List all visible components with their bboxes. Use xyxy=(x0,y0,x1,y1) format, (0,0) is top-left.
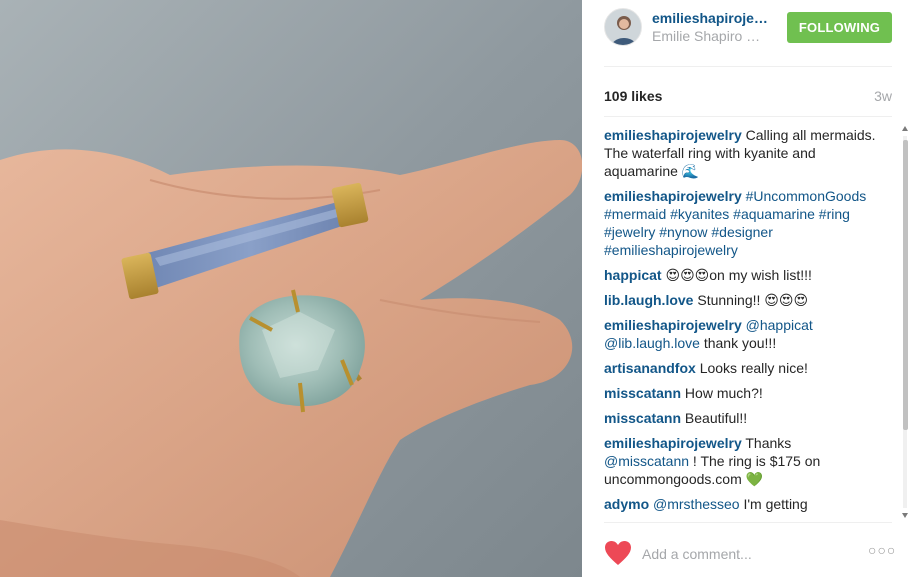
comment: emilieshapirojewelry @happicat @lib.laug… xyxy=(604,316,878,352)
comment: lib.laugh.love Stunning!! 😍😍😍 xyxy=(604,291,878,309)
comment-text: 😍😍😍on my wish list!!! xyxy=(661,267,812,283)
comment-text: I'm getting xyxy=(739,496,808,512)
comment-author[interactable]: lib.laugh.love xyxy=(604,292,693,308)
comment-text: How much?! xyxy=(681,385,763,401)
following-button[interactable]: FOLLOWING xyxy=(787,12,892,43)
comment-author[interactable]: emilieshapirojewelry xyxy=(604,317,742,333)
scroll-thumb[interactable] xyxy=(903,140,908,430)
post-time[interactable]: 3w xyxy=(874,88,892,104)
comment: misscatann How much?! xyxy=(604,384,878,402)
comment: misscatann Beautiful!! xyxy=(604,409,878,427)
comment-author[interactable]: emilieshapirojewelry xyxy=(604,188,742,204)
comments-list[interactable]: emilieshapirojewelry Calling all mermaid… xyxy=(604,126,878,518)
comment-text: Looks really nice! xyxy=(695,360,808,376)
scroll-down-arrow-icon[interactable] xyxy=(902,513,908,518)
post-footer: ○○○ xyxy=(582,522,910,577)
comment-author[interactable]: misscatann xyxy=(604,410,681,426)
post-photo[interactable] xyxy=(0,0,582,577)
post-sidebar: emilieshapiroje… Emilie Shapiro … FOLLOW… xyxy=(582,0,910,577)
mention-link[interactable]: @mrsthesseo xyxy=(653,496,740,512)
comment-author[interactable]: misscatann xyxy=(604,385,681,401)
avatar[interactable] xyxy=(604,8,642,46)
divider xyxy=(604,66,892,67)
comment-author[interactable]: adymo xyxy=(604,496,649,512)
comment-text: Beautiful!! xyxy=(681,410,748,426)
comment-author[interactable]: emilieshapirojewelry xyxy=(604,127,742,143)
mention-link[interactable]: @misscatann xyxy=(604,453,689,469)
ring-photo-image xyxy=(0,0,582,577)
scroll-up-arrow-icon[interactable] xyxy=(902,126,908,131)
comment-author[interactable]: happicat xyxy=(604,267,662,283)
comment: artisanandfox Looks really nice! xyxy=(604,359,878,377)
more-options-icon[interactable]: ○○○ xyxy=(868,542,896,558)
heart-icon-shape xyxy=(605,541,631,565)
add-comment-input[interactable] xyxy=(642,544,842,564)
comment: emilieshapirojewelry Calling all mermaid… xyxy=(604,126,878,180)
comment: emilieshapirojewelry #UncommonGoods #mer… xyxy=(604,187,878,259)
full-name: Emilie Shapiro … xyxy=(652,28,761,44)
comment: adymo @mrsthesseo I'm getting xyxy=(604,495,878,513)
likes-row: 109 likes 3w xyxy=(604,86,892,106)
comment-author[interactable]: artisanandfox xyxy=(604,360,696,376)
username-link[interactable]: emilieshapiroje… xyxy=(652,10,768,26)
comments-scrollbar[interactable] xyxy=(900,126,910,518)
divider xyxy=(604,116,892,117)
comment: happicat 😍😍😍on my wish list!!! xyxy=(604,266,878,284)
post-header: emilieshapiroje… Emilie Shapiro … FOLLOW… xyxy=(582,0,910,66)
comment: emilieshapirojewelry Thanks @misscatann … xyxy=(604,434,878,488)
heart-icon[interactable] xyxy=(604,540,632,566)
comment-text: Stunning!! 😍😍😍 xyxy=(693,292,809,308)
comment-author[interactable]: emilieshapirojewelry xyxy=(604,435,742,451)
comment-text: thank you!!! xyxy=(699,335,777,351)
avatar-image xyxy=(605,9,641,45)
comment-text: Thanks xyxy=(741,435,792,451)
likes-count[interactable]: 109 likes xyxy=(604,88,662,104)
